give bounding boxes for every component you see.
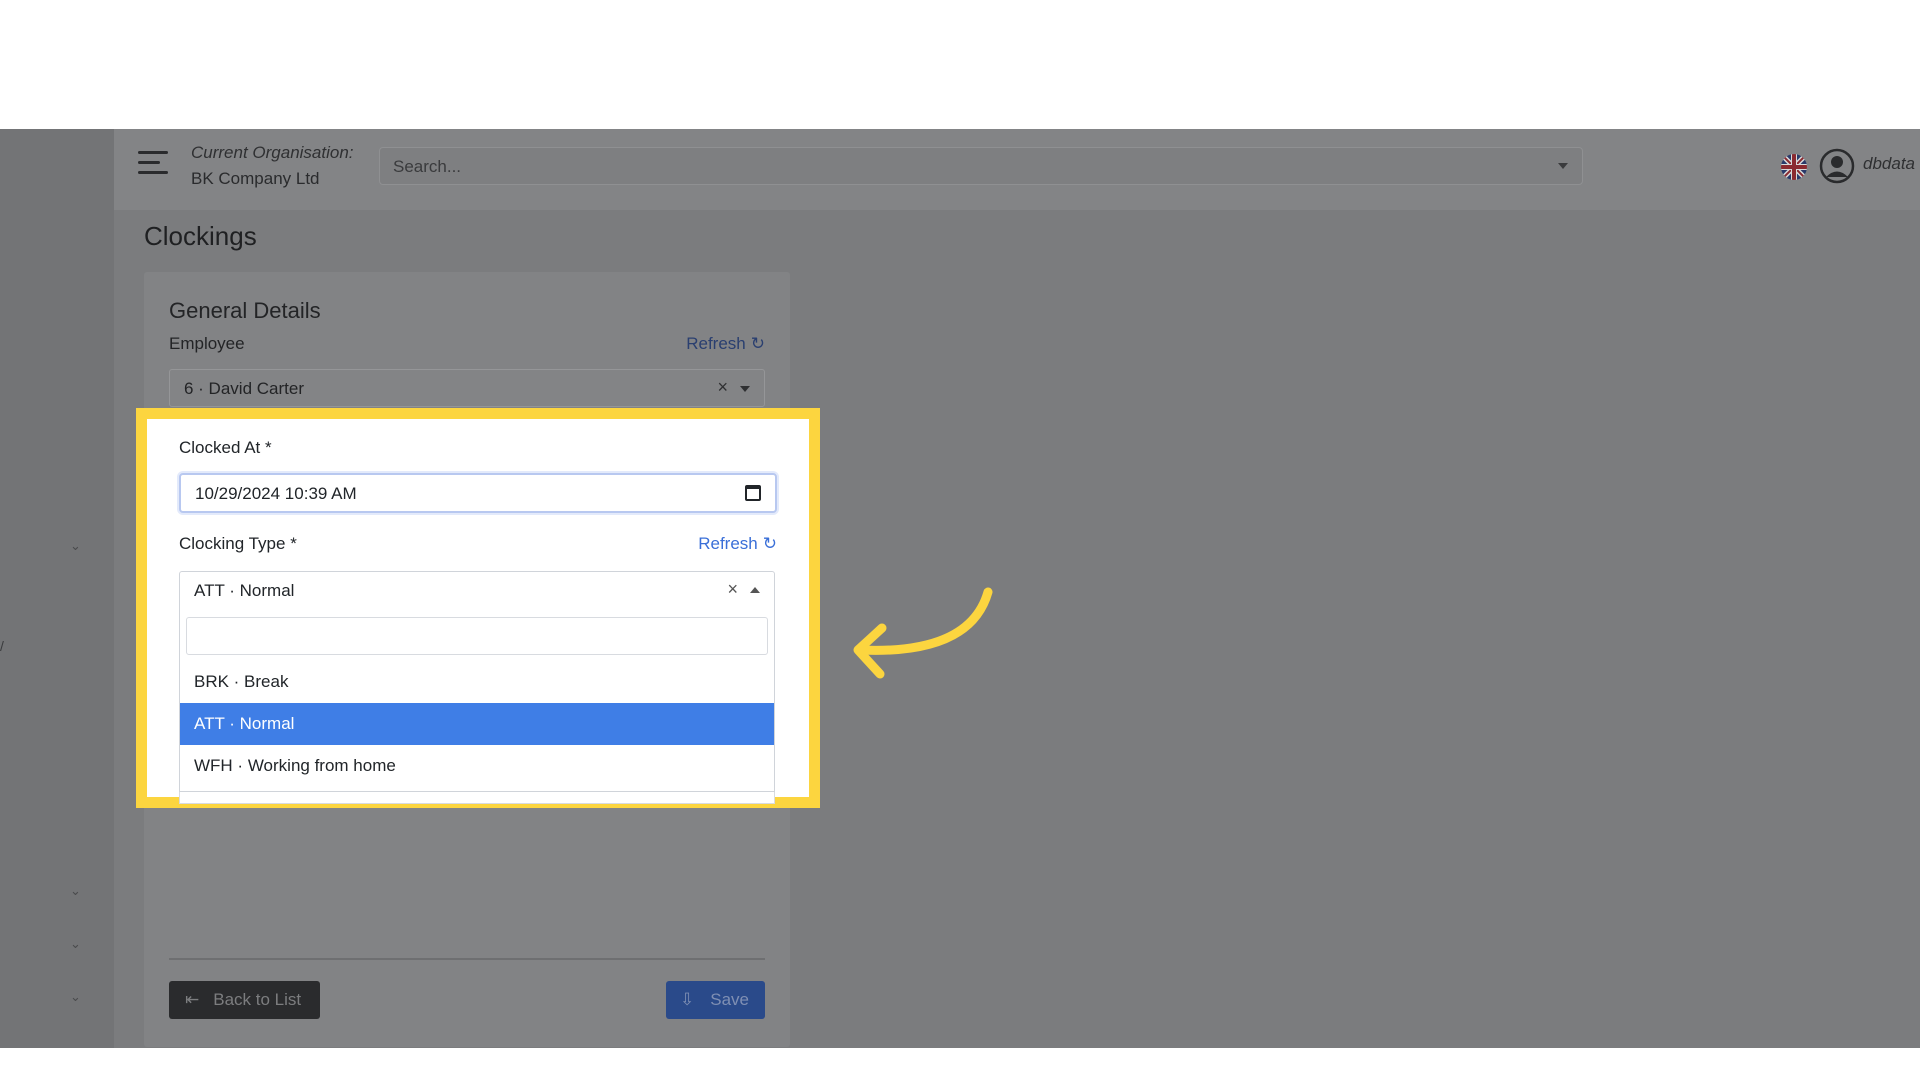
employee-refresh-link[interactable]: Refresh ↻ (686, 334, 765, 354)
clocking-type-refresh-link[interactable]: Refresh ↻ (698, 534, 777, 554)
clear-icon[interactable]: × (727, 579, 738, 600)
card-title: General Details (169, 298, 321, 323)
refresh-label: Refresh (686, 334, 746, 353)
employee-select[interactable]: 6 · David Carter × (169, 369, 765, 407)
refresh-icon: ↻ (750, 334, 765, 353)
clocking-type-select[interactable]: ATT · Normal × (179, 571, 775, 611)
dropdown-search-input[interactable] (186, 617, 768, 655)
clear-icon[interactable]: × (717, 377, 728, 398)
calendar-icon[interactable] (745, 485, 761, 501)
curved-arrow-icon (853, 587, 993, 679)
dropdown-footer-edge (179, 792, 775, 804)
clocked-at-input[interactable]: 10/29/2024 10:39 AM (179, 473, 777, 513)
search-placeholder: Search... (393, 157, 462, 176)
refresh-icon: ↻ (762, 534, 777, 553)
organisation-label: Current Organisation: (191, 143, 354, 162)
chevron-up-icon[interactable] (750, 587, 760, 593)
save-button-label: Save (710, 990, 749, 1009)
sidebar-partial-icon: / (0, 638, 4, 654)
sidebar: ⌄ / ⌄ ⌄ ⌄ (0, 129, 114, 1048)
back-to-list-button[interactable]: ⇤ Back to List (169, 981, 320, 1019)
sidebar-chevron-down-icon[interactable]: ⌄ (70, 937, 84, 951)
page-title: Clockings (144, 221, 257, 251)
dropdown-option[interactable]: WFH · Working from home (180, 745, 774, 787)
user-avatar-icon[interactable] (1819, 148, 1855, 184)
save-icon: ⇩ (680, 990, 695, 1009)
refresh-label: Refresh (698, 534, 758, 553)
username[interactable]: dbdata (1863, 154, 1915, 174)
top-bar: Current Organisation: BK Company Ltd Sea… (114, 129, 1920, 210)
dropdown-option-selected[interactable]: ATT · Normal (180, 703, 774, 745)
clocking-type-dropdown: BRK · Break ATT · Normal WFH · Working f… (179, 610, 775, 792)
highlight-box: Clocked At * 10/29/2024 10:39 AM Clockin… (136, 408, 820, 808)
global-search-select[interactable]: Search... (379, 147, 1583, 185)
organisation-name: BK Company Ltd (191, 169, 320, 188)
sidebar-chevron-down-icon[interactable]: ⌄ (70, 990, 84, 1004)
save-button[interactable]: ⇩ Save (666, 981, 765, 1019)
chevron-down-icon (1558, 163, 1568, 169)
clocking-type-label: Clocking Type * (179, 534, 297, 553)
sidebar-chevron-down-icon[interactable]: ⌄ (70, 539, 84, 553)
employee-label: Employee (169, 334, 245, 353)
back-arrow-icon: ⇤ (185, 990, 200, 1009)
clocked-at-value: 10/29/2024 10:39 AM (195, 484, 357, 503)
clocking-type-value: ATT · Normal (194, 581, 295, 600)
back-button-label: Back to List (213, 990, 302, 1009)
chevron-down-icon[interactable] (740, 386, 750, 392)
clocked-at-label: Clocked At * (179, 438, 272, 457)
sidebar-chevron-down-icon[interactable]: ⌄ (70, 884, 84, 898)
uk-flag-icon[interactable] (1781, 154, 1807, 180)
dropdown-option[interactable]: BRK · Break (180, 661, 774, 703)
divider (169, 958, 765, 960)
employee-value: 6 · David Carter (184, 379, 304, 398)
menu-icon[interactable] (138, 151, 170, 179)
